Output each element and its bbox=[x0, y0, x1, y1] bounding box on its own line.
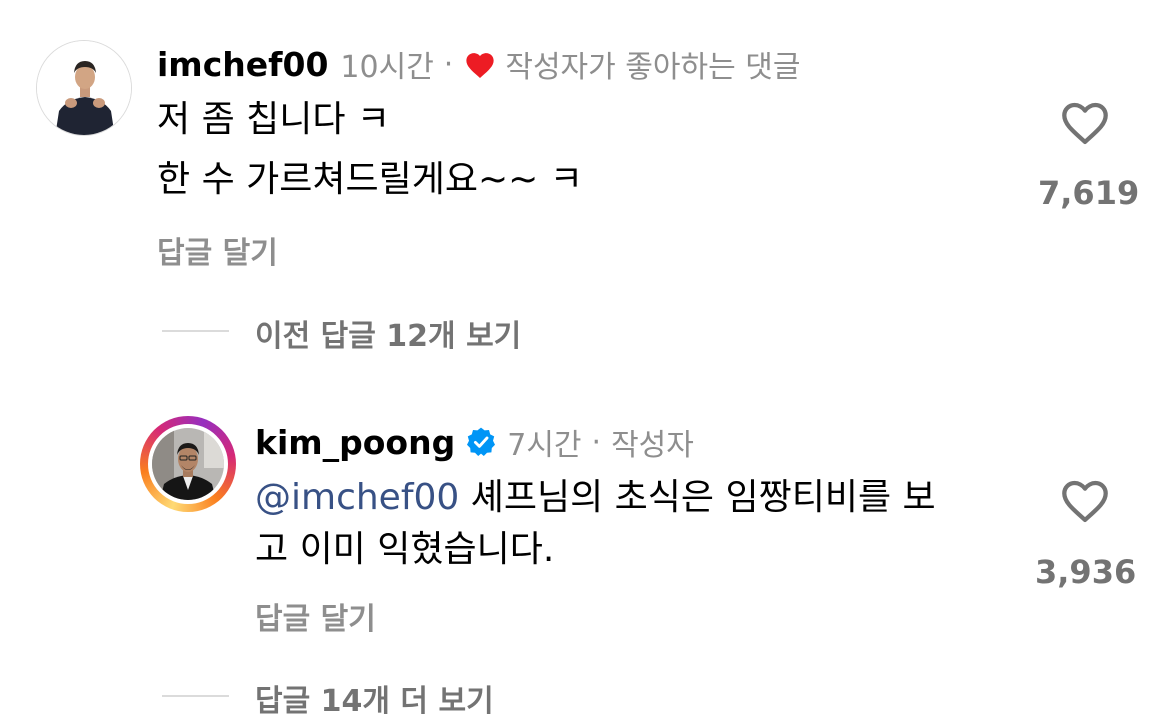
thread-divider-line bbox=[162, 330, 229, 332]
author-badge: 작성자 bbox=[611, 428, 694, 463]
heart-outline-icon bbox=[1058, 102, 1112, 150]
view-more-replies-button[interactable]: 답글 14개 더 보기 bbox=[255, 676, 494, 720]
comment-text-line-2: 고 이미 익혔습니다. bbox=[255, 529, 555, 570]
verified-badge-icon bbox=[465, 426, 497, 458]
avatar-imchef00-image bbox=[37, 41, 131, 135]
reply-button[interactable]: 답글 달기 bbox=[255, 594, 376, 638]
comment-time: 7시간 bbox=[507, 428, 582, 463]
comment-text: 셰프님의 초식은 임짱티비를 보 bbox=[459, 477, 936, 518]
username[interactable]: kim_poong bbox=[255, 423, 455, 462]
creator-liked-label: 작성자가 좋아하는 댓글 bbox=[505, 50, 801, 85]
heart-outline-icon bbox=[1058, 480, 1112, 528]
comment-header: kim_poong 7시간 · 작성자 bbox=[255, 420, 694, 464]
avatar-imchef00[interactable] bbox=[36, 40, 132, 136]
comment-text-line-2: 한 수 가르쳐드릴게요~~ ㅋ bbox=[157, 159, 583, 200]
avatar-kim-poong-image bbox=[152, 428, 224, 500]
mention-link[interactable]: @imchef00 bbox=[255, 477, 459, 518]
avatar-kim-poong[interactable] bbox=[148, 424, 228, 504]
like-count: 7,619 bbox=[1038, 174, 1140, 212]
separator-dot: · bbox=[443, 46, 454, 82]
separator-dot: · bbox=[591, 424, 602, 460]
comment-header: imchef00 10시간 · 작성자가 좋아하는 댓글 bbox=[157, 42, 800, 86]
like-button[interactable] bbox=[1058, 474, 1112, 528]
username[interactable]: imchef00 bbox=[157, 45, 328, 84]
comment-text-line-1: 저 좀 칩니다 ㅋ bbox=[157, 99, 391, 140]
comment-time: 10시간 bbox=[340, 50, 434, 85]
comment-text-line-1: @imchef00 셰프님의 초식은 임짱티비를 보 bbox=[255, 468, 936, 528]
like-button[interactable] bbox=[1058, 96, 1112, 150]
like-count: 3,936 bbox=[1035, 553, 1137, 591]
heart-filled-icon bbox=[463, 49, 497, 79]
reply-button[interactable]: 답글 달기 bbox=[157, 228, 278, 272]
thread-divider-line bbox=[162, 695, 229, 697]
view-previous-replies-button[interactable]: 이전 답글 12개 보기 bbox=[255, 311, 521, 355]
